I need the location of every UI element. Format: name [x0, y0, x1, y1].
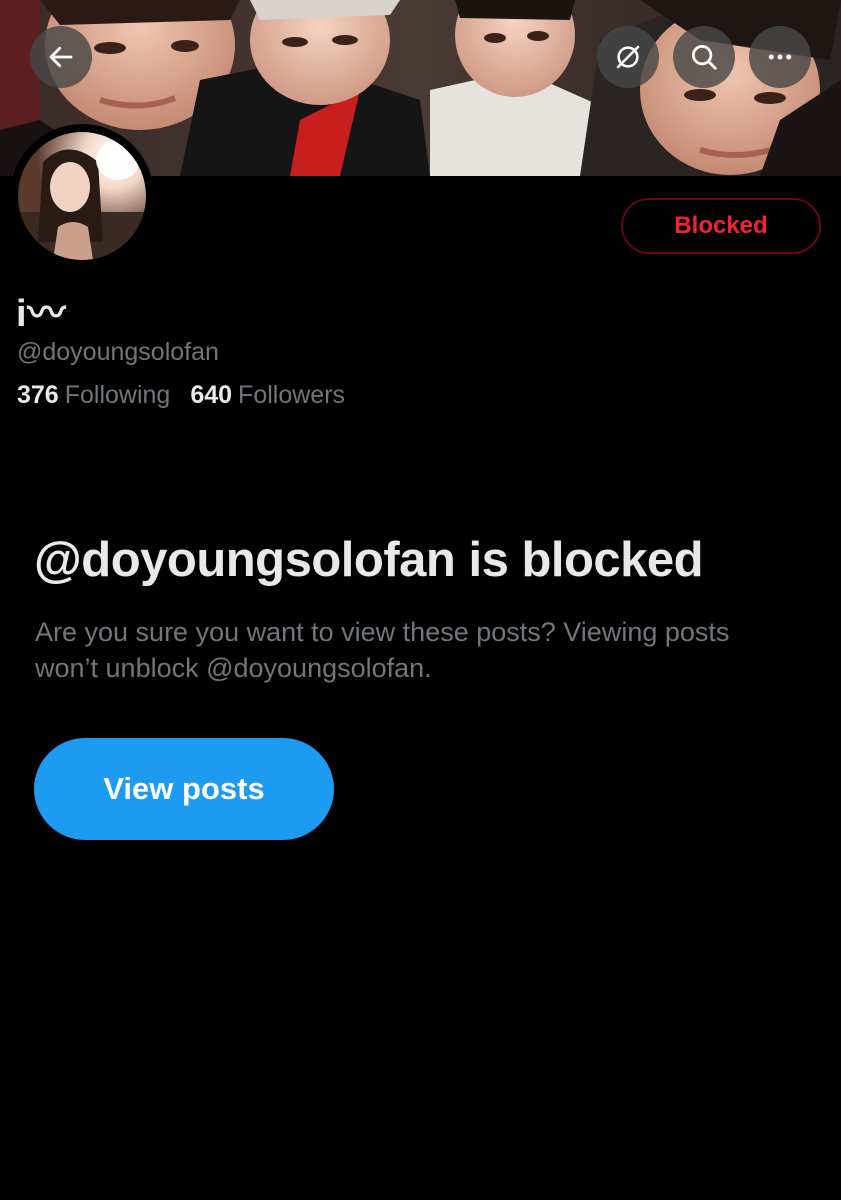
- arrow-left-icon: [49, 46, 73, 68]
- following-label: Following: [64, 381, 171, 409]
- followers-count: 640: [190, 381, 233, 409]
- search-icon: [692, 45, 717, 70]
- more-options-button[interactable]: [749, 26, 811, 88]
- more-horizontal-icon: [768, 54, 792, 60]
- view-posts-label: View posts: [103, 771, 265, 806]
- followers-label: Followers: [238, 381, 346, 409]
- avatar-image: [18, 132, 146, 260]
- following-count: 376: [17, 381, 59, 409]
- followers-stat[interactable]: 640 Followers: [190, 381, 345, 410]
- avatar[interactable]: [10, 124, 154, 268]
- blocked-notice-description: Are you sure you want to view these post…: [35, 617, 730, 683]
- back-button[interactable]: [30, 26, 92, 88]
- profile-handle: @doyoungsolofan: [17, 338, 219, 366]
- blocked-button-label: Blocked: [674, 212, 768, 239]
- display-name: i〰: [16, 293, 67, 335]
- profile-stats: 376 Following 640 Followers: [17, 381, 345, 410]
- view-posts-button[interactable]: View posts: [34, 738, 334, 840]
- blocked-notice-title: @doyoungsolofan is blocked: [34, 533, 704, 587]
- blocked-button[interactable]: Blocked: [621, 198, 821, 254]
- grok-icon: [616, 45, 640, 69]
- grok-button[interactable]: [597, 26, 659, 88]
- following-stat[interactable]: 376 Following: [17, 381, 170, 410]
- search-button[interactable]: [673, 26, 735, 88]
